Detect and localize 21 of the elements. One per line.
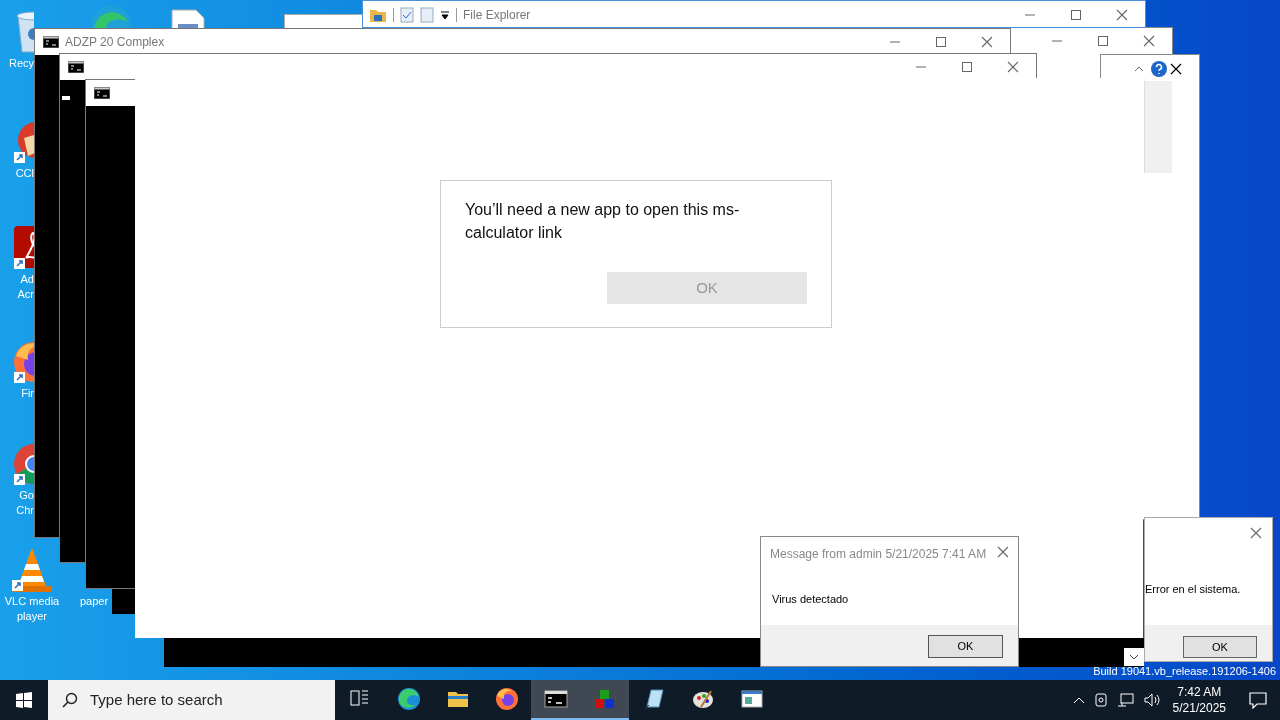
icon-label[interactable]: CCl	[15, 166, 34, 181]
dialog-message: You’ll need a new app to open this ms-calculator link	[465, 200, 741, 243]
dialog-message: Error en el sistema.	[1145, 582, 1241, 597]
dialog-message: Virus detectado	[772, 592, 849, 607]
clock-time: 7:42 AM	[1177, 684, 1222, 700]
icon-label[interactable]: Recy	[8, 56, 34, 71]
search-placeholder: Type here to search	[90, 689, 223, 710]
window-title: File Explorer	[463, 7, 531, 24]
icon-label[interactable]: Go Chr	[16, 488, 34, 518]
ok-button[interactable]: OK	[1183, 636, 1257, 658]
clock-date: 5/21/2025	[1172, 700, 1226, 716]
icon-label[interactable]: Fir	[21, 386, 34, 401]
icon-label[interactable]: VLC media player	[4, 594, 60, 624]
clock[interactable]: 7:42 AM 5/21/2025	[1168, 684, 1230, 716]
icon-label[interactable]: Ad Acr	[17, 272, 34, 302]
build-text: Build 19041.vb_release.191206-1406	[1093, 664, 1276, 678]
ok-button[interactable]: OK	[928, 635, 1003, 658]
window-title: ADZP 20 Complex	[65, 34, 165, 51]
dialog-title: Message from admin 5/21/2025 7:41 AM	[770, 546, 987, 563]
icon-label[interactable]: paper	[79, 594, 109, 609]
search-field[interactable]: Type here to search	[48, 680, 335, 720]
